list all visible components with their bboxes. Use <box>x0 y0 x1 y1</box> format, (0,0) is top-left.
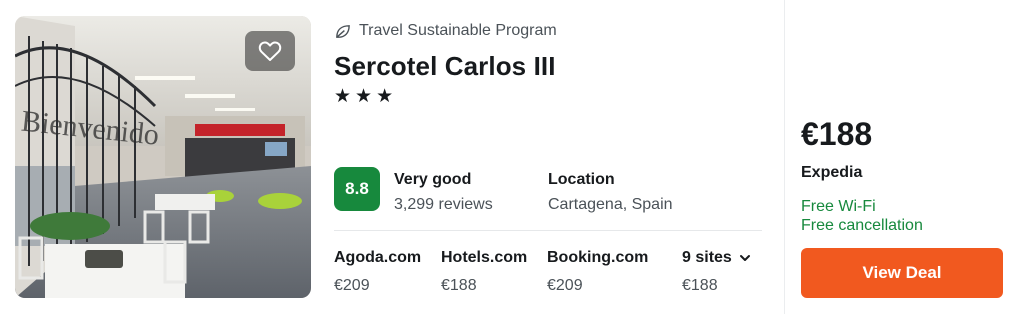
hotel-name[interactable]: Sercotel Carlos III <box>334 51 556 82</box>
site-price: €209 <box>547 277 583 294</box>
perk-free-cancellation: Free cancellation <box>801 217 923 234</box>
deal-provider: Expedia <box>801 164 863 181</box>
rating-word[interactable]: Very good <box>394 171 471 189</box>
best-price[interactable]: €188 <box>801 116 872 153</box>
site-price-agoda[interactable]: Agoda.com €209 <box>334 249 421 295</box>
star-rating: ★★★ <box>334 86 398 107</box>
favorite-button[interactable] <box>245 31 295 71</box>
column-divider <box>784 0 785 314</box>
heart-outline-icon <box>258 41 282 61</box>
site-name: Booking.com <box>547 249 649 266</box>
location-label: Location <box>548 171 615 188</box>
more-sites-dropdown[interactable]: 9 sites €188 <box>682 249 751 295</box>
site-price-booking[interactable]: Booking.com €209 <box>547 249 648 295</box>
chevron-down-icon <box>739 255 750 261</box>
more-sites-label: 9 sites <box>682 249 732 266</box>
eco-badge[interactable]: Travel Sustainable Program <box>334 22 557 40</box>
site-name: Hotels.com <box>441 249 528 266</box>
site-price-hotels[interactable]: Hotels.com €188 <box>441 249 527 295</box>
site-name: Agoda.com <box>334 249 422 266</box>
site-price: €209 <box>334 277 370 294</box>
review-score-badge: 8.8 <box>334 167 380 211</box>
view-deal-button[interactable]: View Deal <box>801 248 1003 298</box>
review-count[interactable]: 3,299 reviews <box>394 196 493 214</box>
eco-badge-label: Travel Sustainable Program <box>359 22 557 39</box>
leaf-icon <box>336 24 350 38</box>
hotel-result-card: Bienvenido Travel Sustainable Program Se… <box>0 0 1024 314</box>
perk-free-wifi: Free Wi-Fi <box>801 198 876 215</box>
site-price: €188 <box>682 277 718 294</box>
site-price: €188 <box>441 277 477 294</box>
divider <box>334 230 762 231</box>
location-value: Cartagena, Spain <box>548 196 673 213</box>
